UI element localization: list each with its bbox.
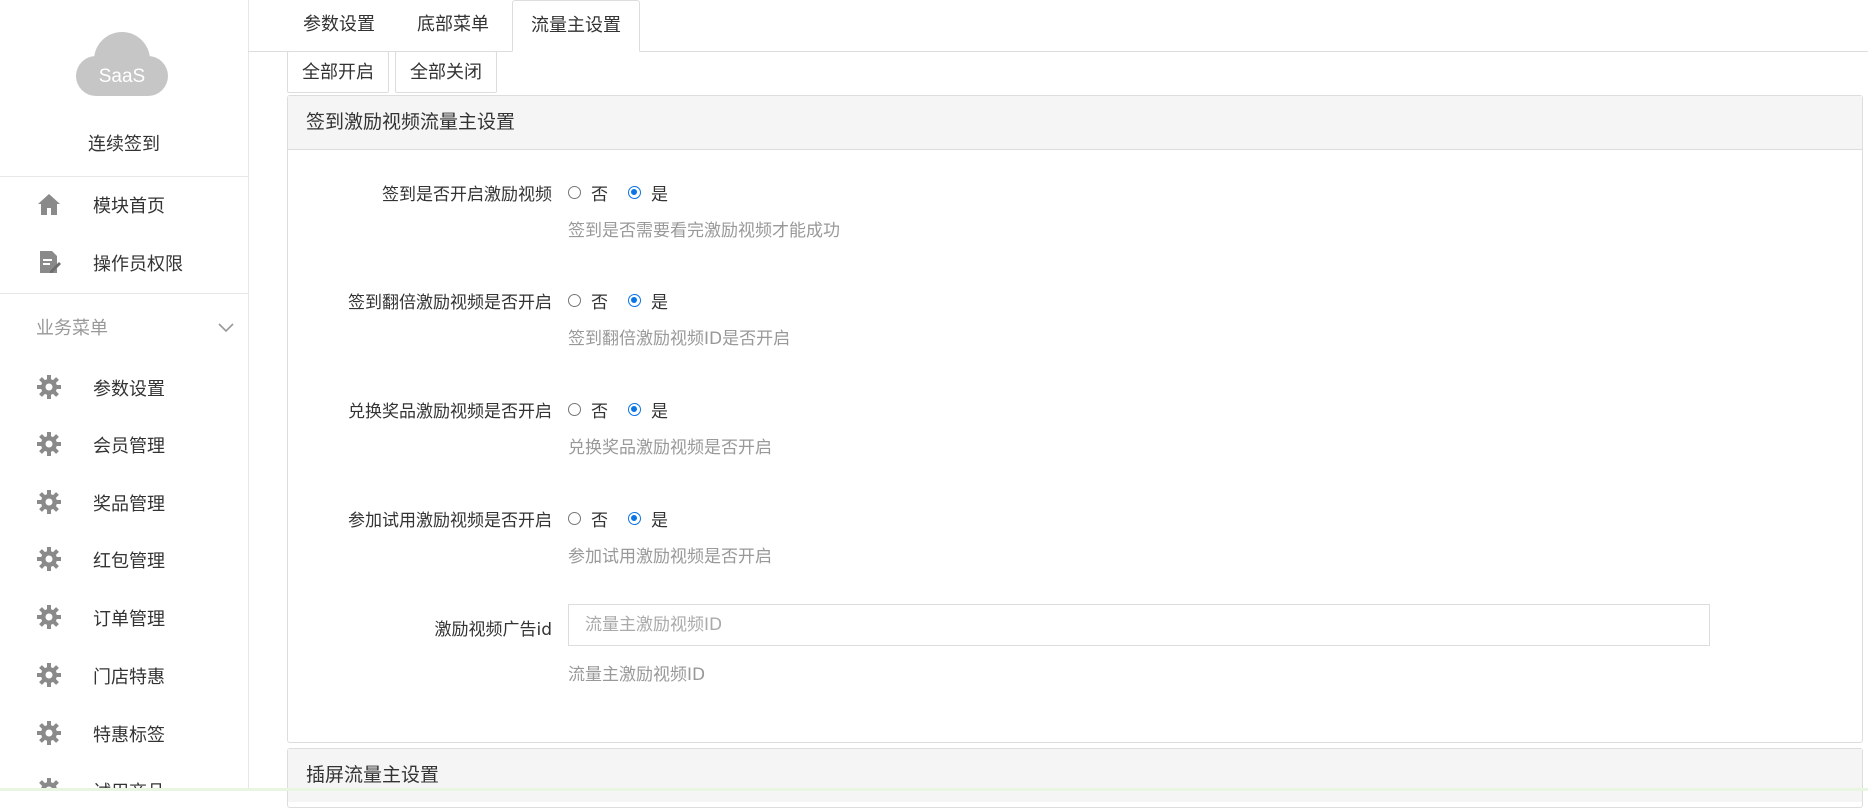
sidebar-item-home[interactable]: 模块首页 (0, 183, 248, 223)
gear-icon (36, 489, 62, 515)
divider (0, 293, 248, 294)
sidebar-item-label: 门店特惠 (93, 667, 165, 688)
sidebar-item-label: 操作员权限 (93, 254, 183, 275)
tab-bottom-menu[interactable]: 底部菜单 (398, 0, 508, 51)
radio-group: 否 是 (568, 397, 688, 422)
ad-id-input[interactable] (568, 604, 1710, 646)
field-label: 签到是否开启激励视频 (382, 185, 552, 205)
help-text: 签到翻倍激励视频ID是否开启 (568, 329, 791, 349)
radio-yes-label: 是 (651, 401, 668, 422)
help-text: 流量主激励视频ID (568, 665, 706, 685)
sidebar-item-prizes[interactable]: 奖品管理 (0, 481, 248, 521)
sidebar-item-params[interactable]: 参数设置 (0, 366, 248, 406)
tab-traffic-owner[interactable]: 流量主设置 (512, 0, 640, 52)
module-name: 连续签到 (88, 134, 160, 155)
sidebar-item-label: 奖品管理 (93, 494, 165, 515)
gear-icon (36, 374, 62, 400)
sidebar-item-label: 特惠标签 (93, 725, 165, 746)
radio-no-label: 否 (591, 292, 608, 313)
radio-no[interactable] (568, 185, 581, 199)
radio-no-label: 否 (591, 510, 608, 531)
sidebar-item-label: 参数设置 (93, 379, 165, 400)
field-label: 激励视频广告id (434, 620, 552, 640)
sidebar: SaaS 连续签到 模块首页 操作员权限 业务菜单 参数设置 会员管理 奖品管理… (0, 0, 249, 791)
radio-yes-label: 是 (651, 184, 668, 205)
tab-bar: 参数设置 底部菜单 流量主设置 (248, 0, 1868, 52)
help-text: 兑换奖品激励视频是否开启 (568, 438, 772, 458)
chevron-down-icon[interactable] (218, 318, 234, 333)
sidebar-item-store-offers[interactable]: 门店特惠 (0, 654, 248, 694)
cloud-icon: SaaS (76, 32, 168, 96)
document-edit-icon (36, 249, 62, 275)
radio-yes-label: 是 (651, 292, 668, 313)
disable-all-button[interactable]: 全部关闭 (395, 51, 497, 93)
field-label: 兑换奖品激励视频是否开启 (348, 402, 552, 422)
logo-text: SaaS (99, 66, 145, 87)
reward-video-panel: 签到激励视频流量主设置 签到是否开启激励视频 否 是 签到是否需要看完激励视频才… (287, 95, 1863, 743)
gear-icon (36, 662, 62, 688)
enable-all-button[interactable]: 全部开启 (287, 51, 389, 93)
sidebar-item-offer-tags[interactable]: 特惠标签 (0, 712, 248, 752)
panel-title: 签到激励视频流量主设置 (288, 96, 1862, 150)
radio-yes[interactable] (628, 185, 641, 199)
gear-icon (36, 431, 62, 457)
radio-no-label: 否 (591, 184, 608, 205)
field-label: 签到翻倍激励视频是否开启 (348, 293, 552, 313)
radio-yes[interactable] (628, 511, 641, 525)
sidebar-item-red-packets[interactable]: 红包管理 (0, 538, 248, 578)
divider (0, 176, 248, 177)
help-text: 参加试用激励视频是否开启 (568, 547, 772, 567)
radio-no-label: 否 (591, 401, 608, 422)
sidebar-item-label: 订单管理 (93, 609, 165, 630)
radio-yes[interactable] (628, 293, 641, 307)
radio-group: 否 是 (568, 506, 688, 531)
sidebar-item-label: 红包管理 (93, 551, 165, 572)
home-icon (36, 191, 62, 217)
business-menu-title: 业务菜单 (36, 318, 108, 339)
gear-icon (36, 604, 62, 630)
gear-icon (36, 720, 62, 746)
panel-title: 插屏流量主设置 (288, 749, 1862, 802)
radio-no[interactable] (568, 293, 581, 307)
help-text: 签到是否需要看完激励视频才能成功 (568, 221, 840, 241)
saas-logo: SaaS (74, 28, 170, 102)
interstitial-panel: 插屏流量主设置 (287, 748, 1863, 808)
sidebar-item-orders[interactable]: 订单管理 (0, 596, 248, 636)
radio-no[interactable] (568, 402, 581, 416)
tab-params[interactable]: 参数设置 (284, 0, 394, 51)
sidebar-item-members[interactable]: 会员管理 (0, 423, 248, 463)
sidebar-item-operator-permission[interactable]: 操作员权限 (0, 241, 248, 281)
radio-yes[interactable] (628, 402, 641, 416)
radio-no[interactable] (568, 511, 581, 525)
radio-group: 否 是 (568, 180, 688, 205)
sidebar-item-label: 会员管理 (93, 436, 165, 457)
radio-group: 否 是 (568, 288, 688, 313)
sidebar-item-label: 模块首页 (93, 196, 165, 217)
field-label: 参加试用激励视频是否开启 (348, 511, 552, 531)
gear-icon (36, 546, 62, 572)
radio-yes-label: 是 (651, 510, 668, 531)
